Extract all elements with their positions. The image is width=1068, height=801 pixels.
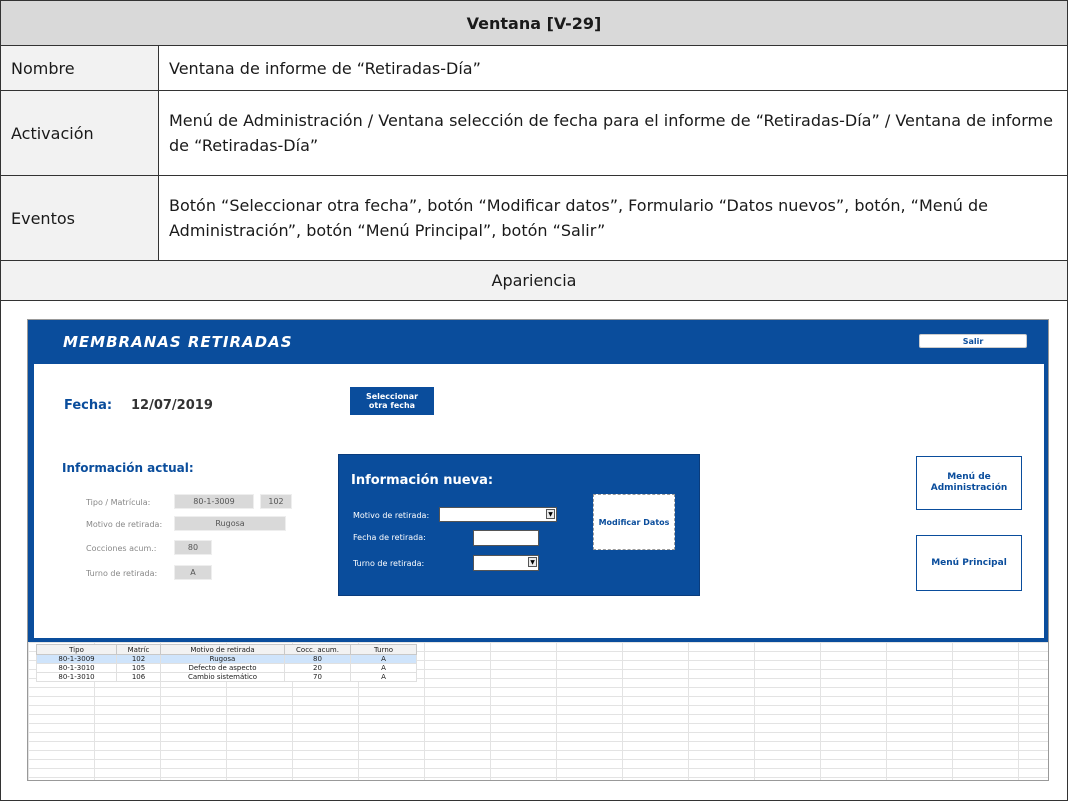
nombre-value: Ventana de informe de “Retiradas-Día” — [169, 58, 481, 78]
cell[interactable]: A — [350, 654, 417, 664]
menu-administracion-button[interactable]: Menú de Administración — [916, 456, 1022, 510]
row-activacion: Activación Menú de Administración / Vent… — [1, 91, 1067, 176]
nueva-fecha-input[interactable] — [473, 530, 539, 546]
nueva-motivo-label: Motivo de retirada: — [353, 511, 430, 520]
nombre-label: Nombre — [1, 46, 159, 90]
cell[interactable]: 80-1-3010 — [36, 663, 117, 673]
cell[interactable]: Rugosa — [160, 654, 285, 664]
turno-value: A — [174, 565, 212, 580]
cell[interactable]: 105 — [116, 663, 161, 673]
app-banner: MEMBRANAS RETIRADAS Salir — [28, 320, 1048, 364]
cell[interactable]: 102 — [116, 654, 161, 664]
spec-title: Ventana [V-29] — [1, 1, 1067, 46]
info-nueva-title: Información nueva: — [351, 473, 494, 488]
col-header-turno[interactable]: Turno — [350, 644, 417, 655]
activacion-label: Activación — [1, 91, 159, 175]
app-screenshot: MEMBRANAS RETIRADAS Salir Fecha: 12/07/2… — [27, 319, 1049, 781]
seleccionar-fecha-button[interactable]: Seleccionar otra fecha — [350, 387, 434, 415]
col-header-matricula[interactable]: Matríc — [116, 644, 161, 655]
activacion-value: Menú de Administración / Ventana selecci… — [169, 111, 1053, 155]
cell[interactable]: A — [350, 672, 417, 682]
cell[interactable]: 106 — [116, 672, 161, 682]
col-header-cocciones[interactable]: Cocc. acum. — [284, 644, 351, 655]
chevron-down-icon[interactable]: ▼ — [546, 509, 555, 519]
col-header-motivo[interactable]: Motivo de retirada — [160, 644, 285, 655]
info-actual-title: Información actual: — [62, 461, 194, 475]
apariencia-label: Apariencia — [1, 261, 1067, 301]
row-eventos: Eventos Botón “Seleccionar otra fecha”, … — [1, 176, 1067, 261]
banner-title: MEMBRANAS RETIRADAS — [63, 333, 293, 351]
motivo-value: Rugosa — [174, 516, 286, 531]
cell[interactable]: Cambio sistemático — [160, 672, 285, 682]
cell[interactable]: 80-1-3010 — [36, 672, 117, 682]
table-row[interactable]: 80-1-3010 106 Cambio sistemático 70 A — [36, 672, 417, 682]
fecha-label: Fecha: — [64, 398, 113, 413]
info-nueva-panel: Información nueva: Motivo de retirada: ▼… — [338, 454, 700, 596]
row-nombre: Nombre Ventana de informe de “Retiradas-… — [1, 46, 1067, 91]
cocciones-label: Cocciones acum.: — [86, 544, 157, 553]
motivo-label: Motivo de retirada: — [86, 520, 163, 529]
eventos-label: Eventos — [1, 176, 159, 260]
turno-label: Turno de retirada: — [86, 569, 158, 578]
cell[interactable]: 70 — [284, 672, 351, 682]
cell[interactable]: A — [350, 663, 417, 673]
tipo-value: 80-1-3009 — [174, 494, 254, 509]
col-header-tipo[interactable]: Tipo — [36, 644, 117, 655]
nueva-turno-label: Turno de retirada: — [353, 559, 425, 568]
cell[interactable]: 20 — [284, 663, 351, 673]
data-grid: Tipo Matríc Motivo de retirada Cocc. acu… — [28, 642, 1048, 780]
table-row[interactable]: 80-1-3009 102 Rugosa 80 A — [36, 654, 417, 664]
cell[interactable]: 80-1-3009 — [36, 654, 117, 664]
modificar-datos-button[interactable]: Modificar Datos — [593, 494, 675, 550]
fecha-value: 12/07/2019 — [131, 398, 213, 413]
chevron-down-icon[interactable]: ▼ — [528, 557, 537, 567]
nueva-turno-select[interactable]: ▼ — [473, 555, 539, 571]
cell[interactable]: 80 — [284, 654, 351, 664]
eventos-value: Botón “Seleccionar otra fecha”, botón “M… — [169, 196, 988, 240]
nueva-fecha-label: Fecha de retirada: — [353, 533, 426, 542]
window-spec-table: Ventana [V-29] Nombre Ventana de informe… — [0, 0, 1068, 801]
cocciones-value: 80 — [174, 540, 212, 555]
retiradas-table: Tipo Matríc Motivo de retirada Cocc. acu… — [36, 644, 417, 682]
tipo-label: Tipo / Matrícula: — [86, 498, 151, 507]
table-row[interactable]: 80-1-3010 105 Defecto de aspecto 20 A — [36, 663, 417, 673]
cell[interactable]: Defecto de aspecto — [160, 663, 285, 673]
main-panel: Fecha: 12/07/2019 Seleccionar otra fecha… — [28, 364, 1048, 642]
salir-button[interactable]: Salir — [919, 334, 1027, 348]
nueva-motivo-select[interactable]: ▼ — [439, 507, 557, 522]
table-header-row: Tipo Matríc Motivo de retirada Cocc. acu… — [36, 644, 417, 655]
menu-principal-button[interactable]: Menú Principal — [916, 535, 1022, 591]
matricula-value: 102 — [260, 494, 292, 509]
